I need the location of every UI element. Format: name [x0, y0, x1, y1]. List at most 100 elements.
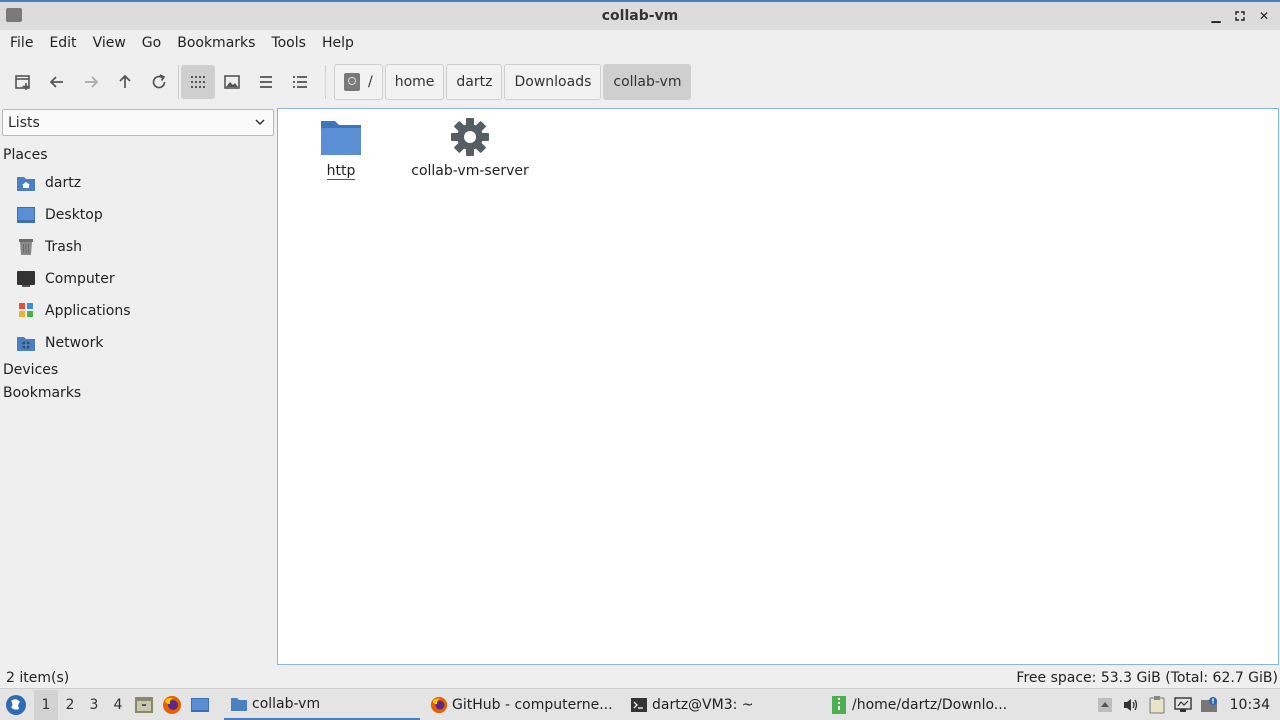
- terminal-icon: [630, 696, 648, 714]
- new-tab-button[interactable]: [6, 65, 40, 99]
- workspace-4[interactable]: 4: [106, 690, 130, 720]
- start-menu-button[interactable]: [2, 691, 30, 719]
- menu-bookmarks[interactable]: Bookmarks: [169, 35, 263, 51]
- detailed-list-icon: [293, 76, 307, 88]
- sidebar-item-label: dartz: [45, 175, 82, 191]
- task-label: collab-vm: [252, 695, 321, 712]
- clock[interactable]: 10:34: [1222, 697, 1280, 713]
- system-tray: 10:34: [1092, 689, 1280, 720]
- clipboard-button[interactable]: [1144, 690, 1170, 720]
- sidebar-item-label: Network: [45, 335, 104, 351]
- speaker-icon: [1123, 699, 1137, 711]
- thumbnail-view-button[interactable]: [215, 65, 249, 99]
- menu-edit[interactable]: Edit: [41, 35, 84, 51]
- task-label: dartz@VM3: ~: [652, 696, 754, 713]
- file-cabinet-icon: [135, 696, 153, 713]
- firefox-icon: [163, 695, 181, 714]
- image-icon: [224, 75, 240, 89]
- file-item-label: http: [326, 163, 356, 180]
- window-titlebar: collab-vm ▁ ✕: [0, 0, 1280, 30]
- sidebar-item-label: Trash: [45, 239, 82, 255]
- compact-view-button[interactable]: [249, 65, 283, 99]
- sidebar-item-applications[interactable]: Applications: [16, 298, 131, 324]
- workspace-2[interactable]: 2: [58, 690, 82, 720]
- menu-go[interactable]: Go: [134, 35, 169, 51]
- back-button[interactable]: [40, 65, 74, 99]
- reload-button[interactable]: [142, 65, 176, 99]
- applications-icon: [16, 302, 36, 320]
- reload-icon: [152, 74, 166, 89]
- workspace-1[interactable]: 1: [34, 689, 58, 720]
- arrow-right-icon: [85, 76, 99, 88]
- sidebar-mode-value: Lists: [8, 114, 40, 131]
- toolbar-separator: [325, 65, 326, 99]
- quicklaunch-files[interactable]: [130, 690, 158, 720]
- devices-heading[interactable]: Devices: [3, 362, 58, 378]
- breadcrumb-dartz[interactable]: dartz: [446, 64, 503, 100]
- sidebar-item-trash[interactable]: Trash: [16, 234, 82, 260]
- task-collab-vm[interactable]: collab-vm: [224, 690, 420, 720]
- sidebar-item-computer[interactable]: Computer: [16, 266, 115, 292]
- bookmarks-heading[interactable]: Bookmarks: [3, 385, 81, 401]
- quicklaunch-desktop[interactable]: [186, 690, 214, 720]
- trash-icon: [16, 238, 36, 256]
- menu-file[interactable]: File: [2, 35, 41, 51]
- file-item-collab-vm-server[interactable]: collab-vm-server: [410, 117, 530, 179]
- up-button[interactable]: [108, 65, 142, 99]
- breadcrumb-downloads[interactable]: Downloads: [504, 64, 602, 100]
- arrow-up-icon: [119, 74, 131, 88]
- item-count: 2 item(s): [6, 670, 70, 686]
- grid-dots-icon: [191, 76, 205, 88]
- home-folder-icon: [16, 174, 36, 192]
- sidebar-item-desktop[interactable]: Desktop: [16, 202, 103, 228]
- file-item-label: collab-vm-server: [411, 163, 529, 179]
- gear-icon: [451, 118, 489, 156]
- task-terminal[interactable]: dartz@VM3: ~: [624, 690, 824, 720]
- breadcrumb-home[interactable]: home: [384, 64, 445, 100]
- breadcrumb-root[interactable]: /: [334, 64, 383, 100]
- maximize-icon[interactable]: [1230, 6, 1250, 26]
- forward-button[interactable]: [74, 65, 108, 99]
- file-view[interactable]: http collab-vm-server: [277, 108, 1279, 665]
- sidebar-mode-select[interactable]: Lists: [2, 109, 274, 136]
- menu-view[interactable]: View: [85, 35, 134, 51]
- network-icon: [16, 334, 36, 352]
- sidebar-item-label: Applications: [45, 303, 131, 319]
- sidebar-item-label: Desktop: [45, 207, 103, 223]
- menubar: File Edit View Go Bookmarks Tools Help: [0, 30, 1280, 56]
- breadcrumb-collab-vm[interactable]: collab-vm: [603, 64, 692, 100]
- quicklaunch-firefox[interactable]: [158, 690, 186, 720]
- toolbar-separator: [178, 65, 179, 99]
- sidebar: Lists Places dartz Desktop Trash Compute…: [0, 108, 276, 664]
- minimize-icon[interactable]: ▁: [1206, 6, 1226, 26]
- task-label: GitHub - computerne...: [452, 696, 613, 713]
- task-label: /home/dartz/Downlo...: [852, 696, 1008, 713]
- notification-icon: [1200, 697, 1217, 712]
- task-github[interactable]: GitHub - computerne...: [424, 690, 624, 720]
- menu-tools[interactable]: Tools: [263, 35, 314, 51]
- icon-view-button[interactable]: [181, 65, 215, 99]
- window-title: collab-vm: [601, 8, 679, 24]
- lxqt-logo-icon: [6, 694, 26, 715]
- file-item-http[interactable]: http: [308, 117, 374, 180]
- network-tray-button[interactable]: [1170, 690, 1196, 720]
- sidebar-item-dartz[interactable]: dartz: [16, 170, 81, 196]
- places-heading[interactable]: Places: [3, 147, 48, 163]
- menu-help[interactable]: Help: [314, 35, 362, 51]
- free-space: Free space: 53.3 GiB (Total: 62.7 GiB): [1016, 670, 1278, 686]
- show-desktop-icon: [191, 697, 209, 712]
- chevron-down-icon: [255, 119, 265, 126]
- archive-icon: [830, 695, 848, 714]
- volume-button[interactable]: [1118, 690, 1144, 720]
- workspace-3[interactable]: 3: [82, 690, 106, 720]
- tray-arrow-icon: [1097, 698, 1112, 712]
- arrow-left-icon: [49, 76, 63, 88]
- status-bar: 2 item(s) Free space: 53.3 GiB (Total: 6…: [0, 668, 1280, 688]
- detailed-list-view-button[interactable]: [283, 65, 317, 99]
- tray-up-arrow[interactable]: [1092, 690, 1118, 720]
- sidebar-item-network[interactable]: Network: [16, 330, 103, 356]
- task-archive[interactable]: /home/dartz/Downlo...: [824, 690, 1014, 720]
- file-manager-app-icon: [6, 8, 22, 22]
- close-icon[interactable]: ✕: [1254, 6, 1274, 26]
- notification-button[interactable]: [1196, 690, 1222, 720]
